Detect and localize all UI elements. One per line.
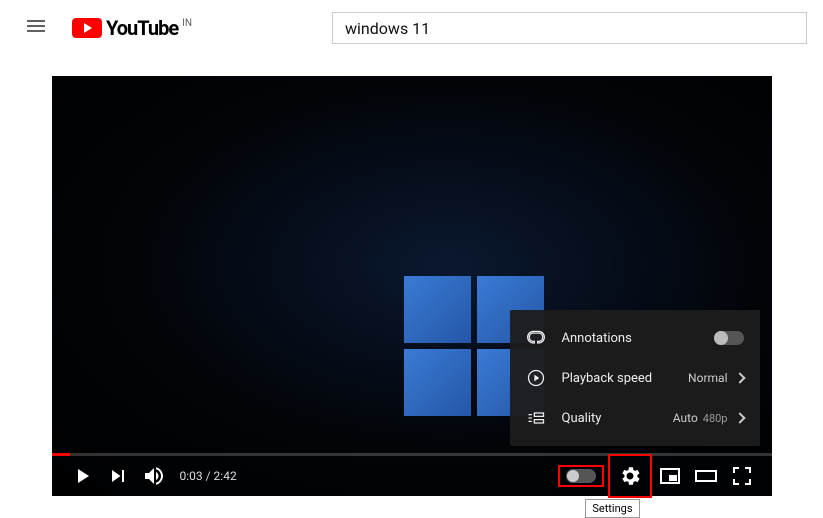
video-player[interactable]: Annotations Playback speed Normal Qualit… [52,76,772,496]
logo-area[interactable]: YouTube IN [72,16,192,40]
country-code: IN [182,18,192,29]
time-display: 0:03 / 2:42 [180,469,237,483]
quality-icon [526,408,546,428]
playback-icon [526,368,546,388]
settings-tooltip: Settings [585,499,639,518]
volume-button[interactable] [136,458,172,494]
hamburger-menu-icon[interactable] [16,6,56,50]
settings-button[interactable] [612,458,648,494]
play-button[interactable] [64,458,100,494]
header: YouTube IN [0,0,823,56]
menu-item-quality[interactable]: Quality Auto 480p [510,398,760,438]
annotations-icon [526,328,546,348]
miniplayer-button[interactable] [652,458,688,494]
quality-label: Quality [562,411,673,426]
annotations-label: Annotations [562,331,714,346]
player-controls: 0:03 / 2:42 [52,456,772,496]
quality-value: Auto 480p [673,411,728,425]
menu-item-playback-speed[interactable]: Playback speed Normal [510,358,760,398]
youtube-logo-icon [72,18,102,38]
chevron-right-icon [734,412,745,423]
search-input[interactable] [332,12,807,44]
fullscreen-button[interactable] [724,458,760,494]
settings-highlight [608,454,652,498]
playback-label: Playback speed [562,371,689,386]
autoplay-toggle[interactable] [566,469,596,483]
settings-menu: Annotations Playback speed Normal Qualit… [510,310,760,446]
annotations-toggle[interactable] [714,331,744,345]
theater-button[interactable] [688,458,724,494]
menu-item-annotations[interactable]: Annotations [510,318,760,358]
youtube-logo-text: YouTube [106,16,178,40]
next-button[interactable] [100,458,136,494]
playback-value: Normal [688,371,727,385]
chevron-right-icon [734,372,745,383]
autoplay-highlight [558,465,604,487]
